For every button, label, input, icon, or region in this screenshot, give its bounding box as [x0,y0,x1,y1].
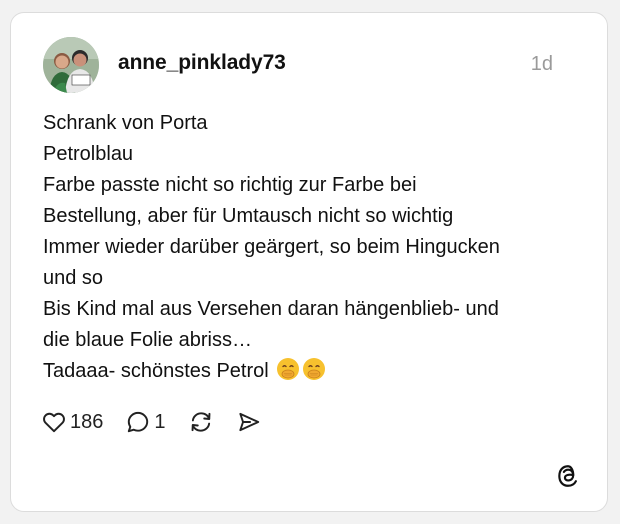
likes-count: 186 [70,410,104,433]
post-line: Immer wieder darüber geärgert, so beim H… [43,236,500,258]
post-actions: 186 1 [41,407,284,437]
post-card[interactable]: anne_pinklady73 1d Schrank von Porta Pet… [10,12,608,512]
share-button[interactable] [236,409,262,435]
post-line: Schrank von Porta [43,112,208,134]
replies-count: 1 [154,410,166,433]
post-line: Petrolblau [43,143,134,165]
heart-icon [43,412,65,433]
threads-logo-icon[interactable] [555,463,581,489]
post-line: Bestellung, aber für Umtausch nicht so w… [43,205,454,227]
hand-over-mouth-emoji-icon [277,358,300,380]
post-line: Bis Kind mal aus Versehen daran hängenbl… [43,298,499,320]
username[interactable]: anne_pinklady73 [118,51,286,75]
share-icon [238,412,259,432]
post-line: Farbe passte nicht so richtig zur Farbe … [43,174,417,196]
reply-button[interactable]: 1 [125,409,166,435]
repost-button[interactable] [188,409,214,435]
hand-over-mouth-emoji-icon [303,358,326,380]
post-line-last: Tadaaa- schönstes Petrol [43,356,583,387]
post-line-last-text: Tadaaa- schönstes Petrol [43,360,269,382]
avatar[interactable] [43,37,99,93]
post-timestamp: 1d [530,53,553,75]
reply-icon [128,411,149,433]
post-text: Schrank von Porta Petrolblau Farbe passt… [43,108,583,387]
post-line: die blaue Folie abriss… [43,329,252,351]
like-button[interactable]: 186 [41,409,103,435]
post-line: und so [43,267,104,289]
repost-icon [191,412,210,432]
